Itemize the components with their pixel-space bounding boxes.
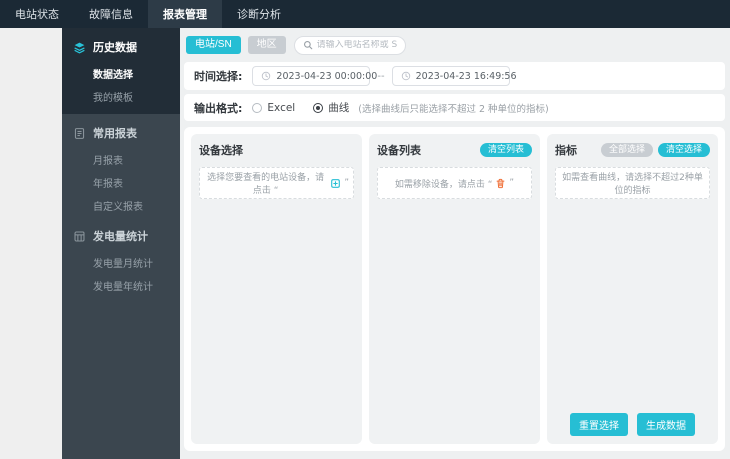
placeholder-text: ” bbox=[344, 178, 349, 188]
device-list-dropzone: 如需移除设备，请点击 “ ” bbox=[377, 167, 532, 199]
placeholder-text: 如需移除设备，请点击 “ bbox=[394, 179, 493, 190]
region-toggle-button[interactable]: 地区 bbox=[247, 36, 286, 54]
device-select-panel: 设备选择 选择您要查看的电站设备，请点击 “ ” bbox=[191, 134, 362, 444]
radio-dot bbox=[313, 102, 324, 113]
sidebar-group-label: 历史数据 bbox=[93, 41, 137, 54]
layers-icon bbox=[73, 41, 86, 54]
start-datetime-input[interactable]: 2023-04-23 00:00:00 bbox=[252, 66, 377, 86]
sidebar: 历史数据 数据选择 我的模板 常用报表 月报表 年报表 自定义报表 发电量统计 … bbox=[62, 28, 180, 459]
stats-icon bbox=[73, 230, 86, 243]
indicators-panel: 指标 全部选择 清空选择 如需查看曲线，请选择不超过2种单位的指标 重置选择 生… bbox=[547, 134, 718, 444]
selection-panels-card: 设备选择 选择您要查看的电站设备，请点击 “ ” 设备列表 清空列表 如需移除设… bbox=[184, 127, 725, 451]
nav-item-diagnosis[interactable]: 诊断分析 bbox=[222, 0, 296, 28]
station-search-box[interactable] bbox=[293, 35, 406, 55]
clock-icon bbox=[401, 71, 411, 81]
sidebar-item-custom-report[interactable]: 自定义报表 bbox=[62, 194, 180, 217]
device-select-title: 设备选择 bbox=[199, 144, 243, 157]
sidebar-item-my-templates[interactable]: 我的模板 bbox=[62, 85, 180, 108]
search-input[interactable] bbox=[316, 40, 397, 50]
reset-selection-button[interactable]: 重置选择 bbox=[570, 413, 628, 436]
clear-list-button[interactable]: 清空列表 bbox=[479, 142, 532, 158]
sidebar-group-history: 历史数据 数据选择 我的模板 bbox=[62, 28, 180, 114]
left-gutter bbox=[0, 28, 62, 459]
sidebar-group-label: 常用报表 bbox=[93, 127, 137, 140]
sidebar-item-history-data[interactable]: 历史数据 bbox=[62, 28, 180, 62]
radio-dot bbox=[252, 102, 263, 113]
indicators-dropzone: 如需查看曲线，请选择不超过2种单位的指标 bbox=[555, 167, 710, 199]
nav-item-fault-info[interactable]: 故障信息 bbox=[74, 0, 148, 28]
document-icon bbox=[73, 127, 86, 140]
radio-excel[interactable]: Excel bbox=[252, 102, 295, 114]
range-separator: -- bbox=[377, 70, 385, 82]
sidebar-item-monthly-report[interactable]: 月报表 bbox=[62, 148, 180, 171]
station-sn-toggle-button[interactable]: 电站/SN bbox=[186, 36, 241, 54]
add-device-icon bbox=[330, 178, 341, 189]
output-format-card: 输出格式: Excel 曲线 (选择曲线后只能选择不超过 2 种单位的指标) bbox=[184, 94, 725, 121]
search-icon bbox=[303, 40, 313, 50]
clock-icon bbox=[261, 71, 271, 81]
trash-icon bbox=[495, 178, 506, 189]
sidebar-item-yearly-report[interactable]: 年报表 bbox=[62, 171, 180, 194]
placeholder-text: 选择您要查看的电站设备，请点击 “ bbox=[207, 173, 325, 196]
sidebar-item-common-reports[interactable]: 常用报表 bbox=[62, 114, 180, 148]
radio-curve-note: (选择曲线后只能选择不超过 2 种单位的指标) bbox=[358, 103, 549, 115]
main-content: 电站/SN 地区 时间选择: bbox=[180, 28, 730, 459]
sidebar-item-generation-yearly[interactable]: 发电量年统计 bbox=[62, 274, 180, 297]
clear-selection-button[interactable]: 清空选择 bbox=[657, 142, 710, 158]
placeholder-text: ” bbox=[509, 178, 515, 188]
indicators-title: 指标 bbox=[555, 144, 577, 157]
top-navbar: 电站状态 故障信息 报表管理 诊断分析 bbox=[0, 0, 730, 28]
time-filter-card: 时间选择: 2023-04-23 00:00:00 -- 2023-04-23 … bbox=[184, 62, 725, 90]
search-toolbar: 电站/SN 地区 bbox=[186, 35, 725, 55]
radio-curve[interactable]: 曲线 (选择曲线后只能选择不超过 2 种单位的指标) bbox=[313, 100, 549, 115]
sidebar-group-label: 发电量统计 bbox=[93, 230, 148, 243]
end-datetime-input[interactable]: 2023-04-23 16:49:56 bbox=[391, 66, 517, 86]
device-list-panel: 设备列表 清空列表 如需移除设备，请点击 “ ” bbox=[369, 134, 540, 444]
device-select-dropzone: 选择您要查看的电站设备，请点击 “ ” bbox=[199, 167, 354, 199]
nav-item-station-status[interactable]: 电站状态 bbox=[0, 0, 74, 28]
placeholder-text: 如需查看曲线，请选择不超过2种单位的指标 bbox=[562, 173, 703, 196]
sidebar-item-generation-monthly[interactable]: 发电量月统计 bbox=[62, 251, 180, 274]
nav-item-report-management[interactable]: 报表管理 bbox=[148, 0, 222, 28]
start-datetime-value: 2023-04-23 00:00:00 bbox=[276, 70, 378, 82]
radio-curve-label: 曲线 bbox=[328, 102, 350, 114]
generate-data-button[interactable]: 生成数据 bbox=[637, 413, 695, 436]
sidebar-item-data-selection[interactable]: 数据选择 bbox=[62, 62, 180, 85]
device-list-title: 设备列表 bbox=[377, 144, 421, 157]
sidebar-item-generation-stats[interactable]: 发电量统计 bbox=[62, 217, 180, 251]
end-datetime-value: 2023-04-23 16:49:56 bbox=[415, 70, 517, 82]
time-filter-label: 时间选择: bbox=[194, 70, 243, 83]
radio-excel-label: Excel bbox=[267, 101, 296, 114]
select-all-button[interactable]: 全部选择 bbox=[600, 142, 653, 158]
output-format-label: 输出格式: bbox=[194, 101, 243, 115]
